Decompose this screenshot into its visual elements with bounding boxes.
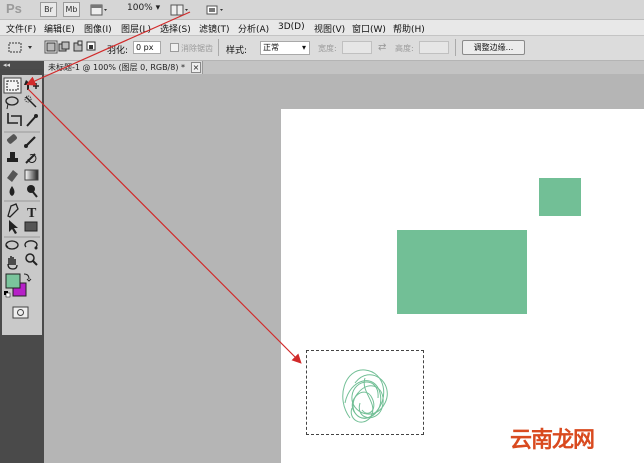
annotation-arrows xyxy=(25,11,302,364)
arrow-to-selection xyxy=(27,88,302,364)
arrow-to-marquee-tool xyxy=(25,11,191,86)
watermark: 云南龙网 xyxy=(510,428,595,453)
